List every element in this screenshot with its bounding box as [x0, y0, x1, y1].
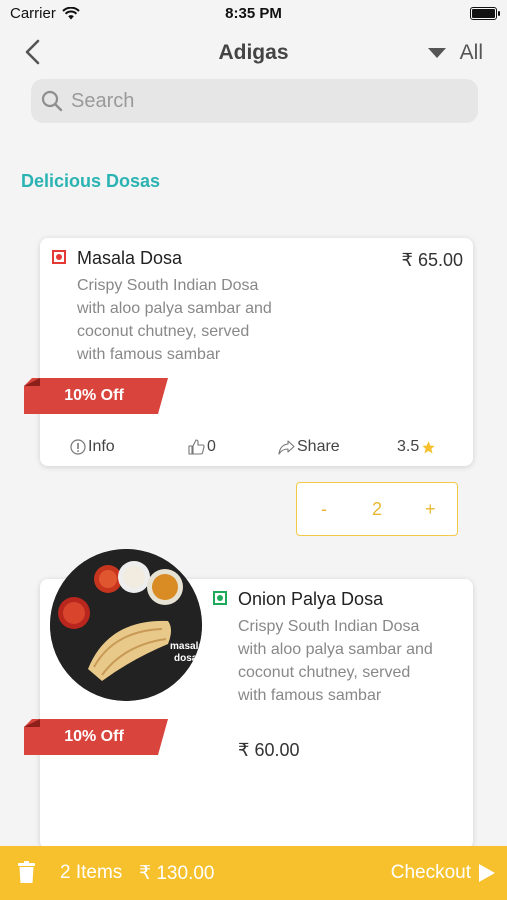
filter-dropdown[interactable]: All [427, 41, 483, 65]
description-line: coconut chutney, served [238, 664, 411, 681]
item-name: Masala Dosa [77, 248, 183, 268]
status-bar: Carrier 8:35 PM [0, 0, 507, 28]
share-label: Share [297, 438, 340, 455]
description-line: coconut chutney, served [77, 323, 250, 340]
description-line: Crispy South Indian Dosa [77, 277, 259, 294]
info-button[interactable]: Info [70, 438, 115, 456]
menu-item-card[interactable]: Masala Dosa ₹ 65.00 Crispy South Indian … [40, 238, 473, 466]
dish-image[interactable]: masala dosa [50, 549, 202, 701]
like-count: 0 [207, 438, 216, 455]
item-price: ₹ 60.00 [238, 740, 300, 760]
item-description: Crispy South Indian Dosa with aloo palya… [238, 615, 433, 707]
offer-ribbon: 10% Off [24, 378, 168, 414]
description-line: with famous sambar [238, 687, 382, 704]
cart-item-count: 2 Items [60, 862, 123, 883]
search-icon [41, 90, 63, 112]
section-title: Delicious Dosas [21, 171, 161, 191]
filter-label: All [459, 41, 483, 64]
play-arrow-icon [479, 864, 495, 882]
image-caption-line: masala [170, 641, 202, 652]
checkout-button[interactable]: Checkout [391, 862, 495, 884]
info-icon [70, 439, 86, 455]
battery-icon [470, 7, 500, 20]
description-line: Crispy South Indian Dosa [238, 618, 420, 635]
share-button[interactable]: Share [278, 438, 340, 456]
description-line: with aloo palya sambar and [238, 641, 433, 658]
item-name: Onion Palya Dosa [238, 589, 384, 609]
item-price: ₹ 65.00 [401, 250, 464, 270]
status-time: 8:35 PM [225, 5, 282, 22]
like-button[interactable]: 0 [188, 438, 216, 456]
quantity-stepper[interactable]: - 2 + [296, 482, 458, 536]
trash-icon[interactable] [18, 861, 35, 883]
star-icon [422, 440, 435, 453]
non-veg-indicator-icon [52, 250, 66, 264]
description-line: with aloo palya sambar and [77, 300, 272, 317]
checkout-label: Checkout [390, 862, 471, 883]
info-label: Info [88, 438, 115, 455]
veg-indicator-icon [213, 591, 227, 605]
search-placeholder: Search [71, 89, 135, 112]
offer-label: 10% Off [64, 728, 124, 745]
share-icon [278, 439, 295, 455]
caret-down-icon [427, 48, 446, 58]
search-input[interactable]: Search [31, 79, 478, 123]
cart-bar[interactable]: 2 Items ₹ 130.00 Checkout [0, 846, 507, 900]
increment-button[interactable]: + [425, 499, 436, 520]
cart-total: ₹ 130.00 [139, 863, 215, 884]
thumbs-up-icon [188, 439, 205, 455]
item-description: Crispy South Indian Dosa with aloo palya… [77, 274, 272, 366]
quantity-value: 2 [372, 499, 383, 519]
navigation-bar: Adigas All [0, 28, 507, 76]
description-line: with famous sambar [77, 346, 221, 363]
dosa-illustration: masala dosa [50, 549, 202, 701]
rating: 3.5 [397, 438, 436, 456]
decrement-button[interactable]: - [321, 499, 327, 520]
offer-ribbon: 10% Off [24, 719, 168, 755]
offer-label: 10% Off [64, 387, 124, 404]
rating-value: 3.5 [397, 438, 420, 455]
